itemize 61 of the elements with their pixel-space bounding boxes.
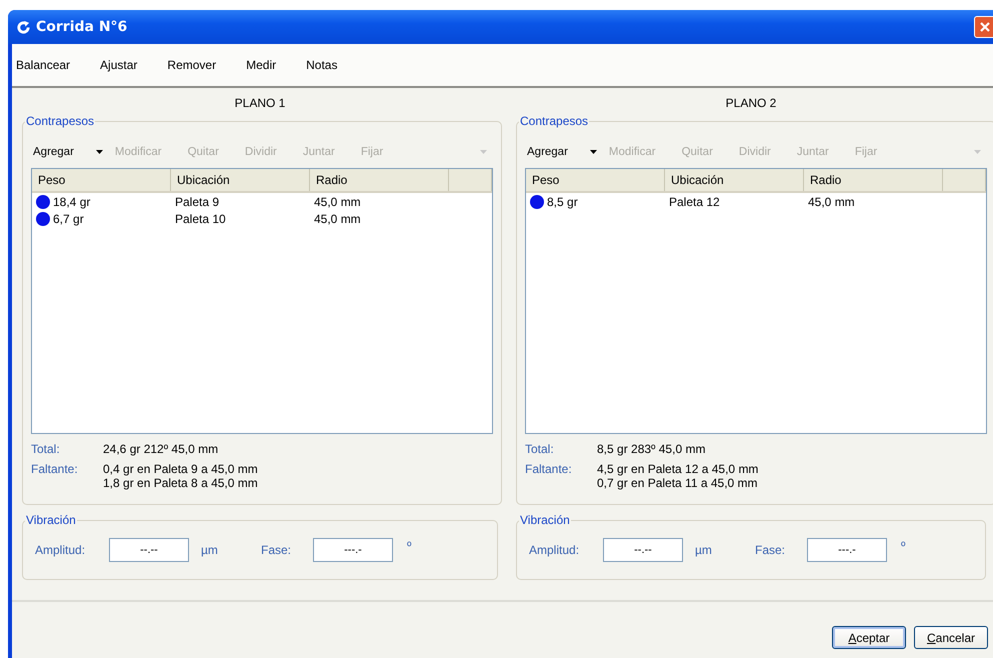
unit-label: º [407,539,412,553]
amplitude-field[interactable]: --.-- [109,538,189,562]
column-header[interactable]: Peso [526,169,665,191]
cancel-button[interactable]: Cancelar [914,626,988,649]
phase-field[interactable]: ---.- [807,538,887,562]
caret-icon[interactable] [96,150,103,154]
total-value: 8,5 gr 283º 45,0 mm [597,442,706,456]
close-button[interactable] [974,16,993,38]
phase-field[interactable]: ---.- [313,538,393,562]
total-label: Total: [525,442,555,456]
group-title: Contrapesos [25,114,96,128]
group-title: Contrapesos [519,114,590,128]
weight-text: 6,7 gr [53,212,84,226]
amplitude-label: Amplitud: [529,543,580,557]
circular-arrow-icon [16,20,31,34]
missing-value: 0,4 gr en Paleta 9 a 45,0 mm [103,462,259,476]
missing-label: Faltante: [31,462,79,478]
plane-title: PLANO 2 [724,96,778,110]
menu-item[interactable]: Medir [240,58,276,72]
location-cell-text: Paleta 9 [174,194,220,208]
missing-value: 4,5 gr en Paleta 12 a 45,0 mm [597,462,760,476]
menu-item[interactable]: Remover [161,58,216,72]
menu-item[interactable]: Balancear [10,58,70,72]
location-cell-text: Paleta 10 [174,212,227,226]
unit-label: µm [201,543,219,557]
plane-title: PLANO 1 [234,96,286,110]
unit-label: º [901,539,906,553]
location-cell-text: Paleta 12 [668,194,721,208]
column-header[interactable]: Ubicación [665,169,804,191]
amplitude-field[interactable]: --.-- [603,538,683,562]
group-title: Vibración [519,513,571,527]
accept-button[interactable]: Aceptar [832,626,906,649]
column-header[interactable]: Radio [310,169,449,191]
weight-text: 18,4 gr [53,194,90,208]
amplitude-label: Amplitud: [35,543,86,557]
missing-value: 1,8 gr en Paleta 8 a 45,0 mm [103,476,259,490]
toolbar-button[interactable]: Agregar [527,146,594,158]
phase-label: Fase: [755,543,786,557]
dot-icon [36,194,50,208]
dot-icon [530,194,544,208]
total-label: Total: [31,442,61,456]
menu-item[interactable]: Ajustar [94,58,138,72]
radius-cell-text: 45,0 mm [807,194,856,208]
radius-cell-text: 45,0 mm [313,194,362,208]
weight-text: 8,5 gr [547,194,578,208]
menu-item[interactable]: Notas [300,58,338,72]
radius-cell-text: 45,0 mm [313,212,362,226]
column-header[interactable]: Radio [804,169,943,191]
phase-label: Fase: [261,543,292,557]
group-title: Vibración [25,513,77,527]
close-icon [979,21,991,33]
unit-label: µm [695,543,713,557]
window-title: Corrida N°6 [36,19,128,35]
caret-icon[interactable] [590,150,597,154]
total-value: 24,6 gr 212º 45,0 mm [103,442,220,456]
missing-label: Faltante: [525,462,573,478]
column-header[interactable]: Ubicación [171,169,310,191]
toolbar-button[interactable]: Agregar [33,146,100,158]
missing-value: 0,7 gr en Paleta 11 a 45,0 mm [597,476,759,490]
dot-icon [36,212,50,226]
column-header[interactable]: Peso [32,169,171,191]
